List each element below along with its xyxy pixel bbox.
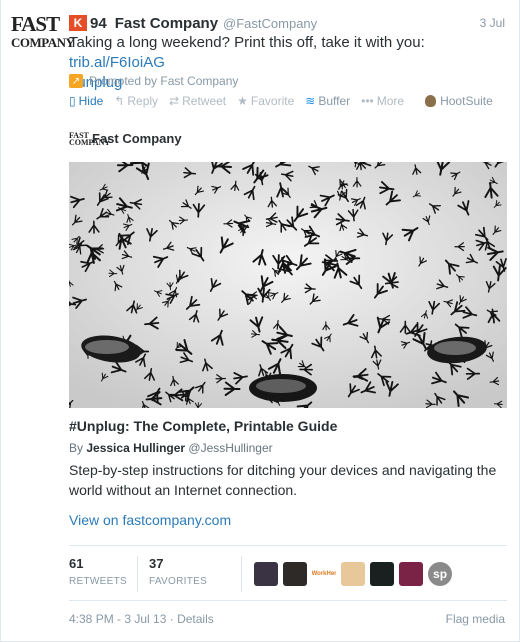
byline-handle[interactable]: @JessHullinger (188, 441, 272, 455)
byline-author[interactable]: Jessica Hullinger (86, 441, 185, 455)
hide-label: Hide (78, 94, 104, 108)
tweet-link[interactable]: trib.al/F6IoiAG (69, 54, 165, 71)
tweet-body: Taking a long weekend? Print this off, t… (69, 34, 425, 51)
reply-label: Reply (127, 94, 159, 108)
reply-button[interactable]: ↰ Reply (114, 94, 158, 108)
klout-score: 94 (90, 14, 107, 32)
hootsuite-button[interactable]: HootSuite (425, 94, 493, 108)
reply-icon: ↰ (114, 94, 125, 108)
logo-line-1: FAST (11, 12, 60, 36)
tweet-header: K 94 Fast Company @FastCompany 3 Jul (69, 13, 505, 33)
favoriter-avatar[interactable] (341, 562, 366, 586)
more-button[interactable]: ••• More (361, 94, 404, 108)
hide-icon: ▯ (69, 94, 76, 108)
more-icon: ••• (361, 94, 374, 108)
flag-media-link[interactable]: Flag media (446, 612, 505, 626)
favoriter-avatar[interactable] (399, 562, 424, 586)
author-name[interactable]: Fast Company (115, 15, 218, 32)
favorites-count: 37 (148, 556, 164, 571)
card-source-name: Fast Company (92, 131, 182, 146)
logo-line-2: COMPANY (11, 35, 75, 50)
account-avatar-logo[interactable]: FAST COMPANY (11, 12, 75, 50)
timestamp-text[interactable]: 4:38 PM - 3 Jul 13 (69, 612, 166, 626)
favorite-label: Favorite (250, 94, 295, 108)
retweet-button[interactable]: ⇄ Retweet (169, 94, 226, 108)
buffer-label: Buffer (318, 94, 351, 108)
retweet-label: Retweet (182, 94, 227, 108)
hootsuite-icon (425, 95, 437, 107)
promoted-indicator: ↗ Promoted by Fast Company (69, 74, 238, 88)
author-handle[interactable]: @FastCompany (223, 16, 317, 31)
view-on-site-link[interactable]: View on fastcompany.com (69, 512, 231, 528)
card-title[interactable]: #Unplug: The Complete, Printable Guide (69, 418, 337, 434)
favoriter-avatars: WorkHer sp (241, 556, 457, 592)
favoriter-avatar[interactable] (370, 562, 395, 586)
promoted-label: Promoted by Fast Company (89, 74, 239, 88)
hide-button[interactable]: ▯ Hide (69, 94, 103, 108)
card-byline: By Jessica Hullinger @JessHullinger (69, 441, 273, 455)
timestamp-separator: · (169, 612, 174, 626)
promoted-icon: ↗ (69, 74, 83, 88)
favoriter-avatar[interactable] (283, 562, 308, 586)
retweets-stat[interactable]: 61 RETWEETS (69, 556, 138, 592)
tweet-date[interactable]: 3 Jul (480, 16, 505, 30)
favoriter-avatar[interactable]: sp (428, 562, 453, 586)
retweets-count: 61 (69, 556, 84, 571)
buffer-icon: ≋ (305, 94, 316, 108)
card-source[interactable]: FAST COMPANY Fast Company (69, 131, 182, 146)
card-source-logo: FAST COMPANY (69, 130, 111, 147)
snow-footprints-photo (69, 162, 507, 408)
star-icon: ★ (237, 94, 248, 108)
hootsuite-label: HootSuite (440, 94, 493, 108)
more-label: More (376, 94, 405, 108)
klout-icon[interactable]: K (69, 15, 87, 31)
byline-prefix: By (69, 441, 84, 455)
tweet-stats: 61 RETWEETS 37 FAVORITES WorkHer sp (69, 556, 457, 592)
stats-bottom-divider (69, 600, 507, 601)
tweet-timestamp: 4:38 PM - 3 Jul 13 · Details (69, 612, 214, 626)
favorites-stat[interactable]: 37 FAVORITES (149, 556, 217, 587)
tweet-actions: ▯ Hide ↰ Reply ⇄ Retweet ★ Favorite ≋ Bu… (69, 93, 509, 109)
card-image[interactable] (69, 162, 507, 408)
retweet-icon: ⇄ (169, 94, 180, 108)
tweet: FAST COMPANY K 94 Fast Company @FastComp… (0, 0, 520, 642)
favorite-button[interactable]: ★ Favorite (237, 94, 294, 108)
details-link[interactable]: Details (177, 612, 214, 626)
buffer-button[interactable]: ≋ Buffer (305, 94, 350, 108)
favoriter-avatar[interactable] (254, 562, 279, 586)
stats-top-divider (69, 545, 507, 546)
favoriter-avatar[interactable]: WorkHer (312, 562, 337, 586)
retweets-label: RETWEETS (69, 576, 127, 587)
card-description: Step-by-step instructions for ditching y… (69, 462, 497, 498)
favorites-label: FAVORITES (148, 576, 208, 587)
